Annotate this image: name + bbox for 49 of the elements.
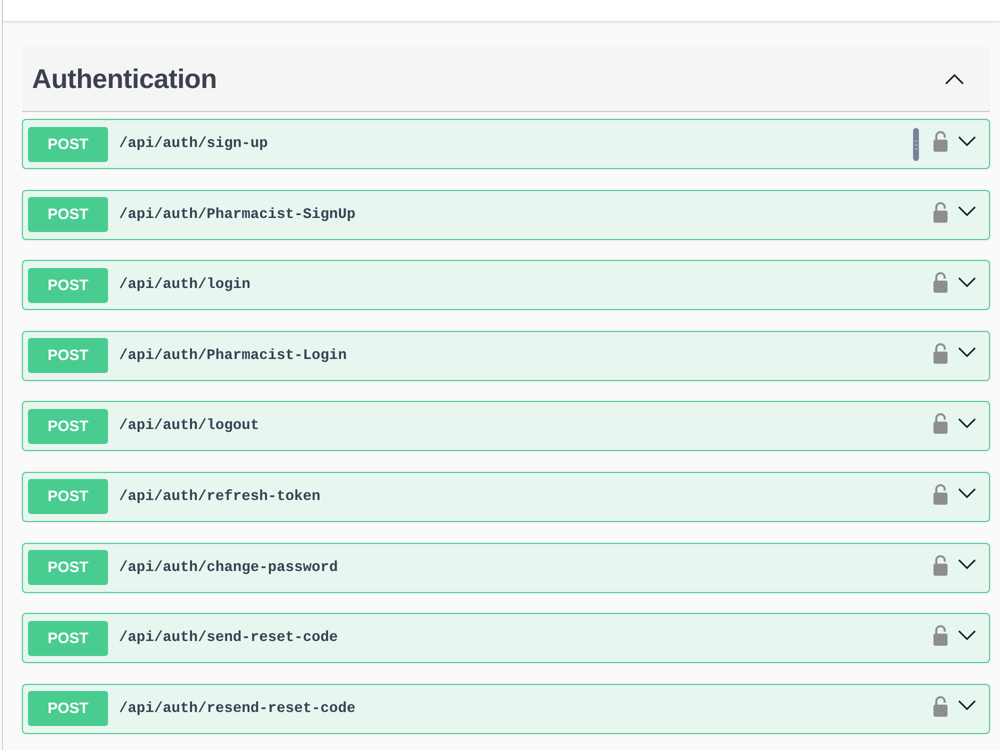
unlocked-padlock-icon[interactable]	[933, 130, 948, 152]
endpoint-row[interactable]: POST /api/auth/refresh-token	[22, 472, 990, 522]
unlocked-padlock-icon[interactable]	[933, 624, 948, 646]
method-badge: POST	[28, 197, 108, 232]
unlocked-padlock-icon[interactable]	[933, 554, 948, 576]
chevron-down-icon[interactable]	[958, 276, 976, 288]
endpoint-path: /api/auth/sign-up	[119, 136, 268, 152]
method-badge: POST	[28, 691, 108, 726]
unlocked-padlock-icon[interactable]	[933, 694, 948, 717]
grip-handle-icon[interactable]	[913, 128, 919, 160]
endpoint-row[interactable]: POST /api/auth/logout	[22, 401, 990, 452]
chevron-down-icon[interactable]	[958, 347, 976, 358]
endpoint-row[interactable]: POST /api/auth/Pharmacist-SignUp	[22, 190, 990, 240]
method-badge: POST	[28, 126, 108, 162]
endpoint-path: /api/auth/send-reset-code	[119, 630, 338, 646]
method-badge: POST	[28, 268, 108, 303]
endpoint-path: /api/auth/login	[119, 277, 250, 294]
endpoint-path: /api/auth/resend-reset-code	[119, 700, 356, 717]
endpoint-row[interactable]: POST /api/auth/login	[22, 260, 990, 310]
endpoint-row[interactable]: POST /api/auth/Pharmacist-Login	[22, 330, 990, 381]
endpoint-path: /api/auth/logout	[119, 418, 260, 434]
chevron-down-icon[interactable]	[958, 700, 976, 712]
method-badge: POST	[28, 620, 108, 656]
unlocked-padlock-icon[interactable]	[933, 200, 948, 223]
endpoint-path: /api/auth/change-password	[119, 560, 338, 576]
endpoint-path: /api/auth/Pharmacist-Login	[119, 348, 347, 364]
endpoint-path: /api/auth/refresh-token	[119, 488, 320, 505]
chevron-down-icon[interactable]	[958, 418, 976, 429]
chevron-up-icon[interactable]	[945, 73, 964, 85]
method-badge: POST	[28, 550, 108, 586]
unlocked-padlock-icon[interactable]	[933, 342, 948, 364]
endpoint-row[interactable]: POST /api/auth/sign-up	[22, 119, 990, 169]
endpoint-row[interactable]: POST /api/auth/send-reset-code	[22, 613, 990, 664]
unlocked-padlock-icon[interactable]	[933, 271, 948, 294]
endpoint-path: /api/auth/Pharmacist-SignUp	[119, 206, 356, 223]
chevron-down-icon[interactable]	[958, 206, 976, 218]
chevron-down-icon[interactable]	[958, 630, 976, 641]
section-title: Authentication	[32, 64, 218, 94]
method-badge: POST	[28, 479, 108, 514]
section-header[interactable]: Authentication	[22, 47, 990, 112]
unlocked-padlock-icon[interactable]	[933, 412, 948, 434]
endpoint-row[interactable]: POST /api/auth/resend-reset-code	[22, 684, 990, 734]
unlocked-padlock-icon[interactable]	[933, 482, 948, 505]
chevron-down-icon[interactable]	[958, 136, 976, 146]
endpoint-row[interactable]: POST /api/auth/change-password	[22, 542, 990, 593]
method-badge: POST	[28, 408, 108, 444]
chevron-down-icon[interactable]	[958, 559, 976, 570]
method-badge: POST	[28, 338, 108, 374]
chevron-down-icon[interactable]	[958, 488, 976, 500]
